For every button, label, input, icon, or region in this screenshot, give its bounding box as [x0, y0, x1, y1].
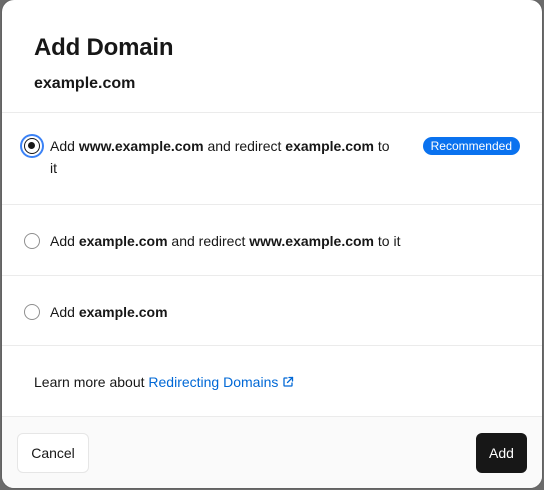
option-apex-only[interactable]: Add example.com: [2, 276, 542, 346]
domain-name: example.com: [34, 75, 136, 92]
option-www-redirect[interactable]: Add www.example.com and redirect example…: [2, 113, 542, 205]
external-link-icon: [283, 376, 294, 387]
option-text-prefix: Add: [50, 138, 79, 154]
add-button[interactable]: Add: [476, 433, 527, 473]
option-label: Add example.com: [50, 301, 168, 323]
radio-www-redirect[interactable]: [24, 138, 40, 154]
option-text-prefix: Add: [50, 233, 79, 249]
cancel-button[interactable]: Cancel: [17, 433, 89, 473]
add-domain-dialog: Add Domain example.com Add www.example.c…: [2, 0, 542, 488]
option-domain-primary: www.example.com: [78, 138, 204, 154]
option-text-prefix: Add: [50, 304, 79, 320]
option-text-middle: and redirect: [167, 233, 250, 249]
option-domain-primary: example.com: [78, 304, 168, 320]
option-text-middle: and redirect: [203, 138, 286, 154]
radio-apex-only[interactable]: [24, 304, 40, 320]
learn-more: Learn more about Redirecting Domains: [2, 346, 542, 417]
option-apex-redirect[interactable]: Add example.com and redirect www.example…: [2, 205, 542, 276]
option-domain-redirect: example.com: [285, 138, 374, 154]
dialog-header: Add Domain example.com: [2, 0, 542, 113]
redirecting-domains-link[interactable]: Redirecting Domains: [148, 374, 294, 390]
radio-apex-redirect[interactable]: [24, 233, 40, 249]
option-label: Add example.com and redirect www.example…: [50, 230, 400, 252]
dialog-footer: Cancel Add: [2, 417, 542, 488]
option-label: Add www.example.com and redirect example…: [50, 135, 398, 179]
learn-more-text: Learn more about: [34, 374, 149, 390]
dialog-title: Add Domain: [34, 34, 174, 61]
recommended-badge: Recommended: [422, 137, 520, 155]
option-text-suffix: to it: [374, 233, 401, 249]
option-domain-redirect: www.example.com: [249, 233, 374, 249]
option-domain-primary: example.com: [78, 233, 168, 249]
link-label: Redirecting Domains: [148, 374, 279, 390]
